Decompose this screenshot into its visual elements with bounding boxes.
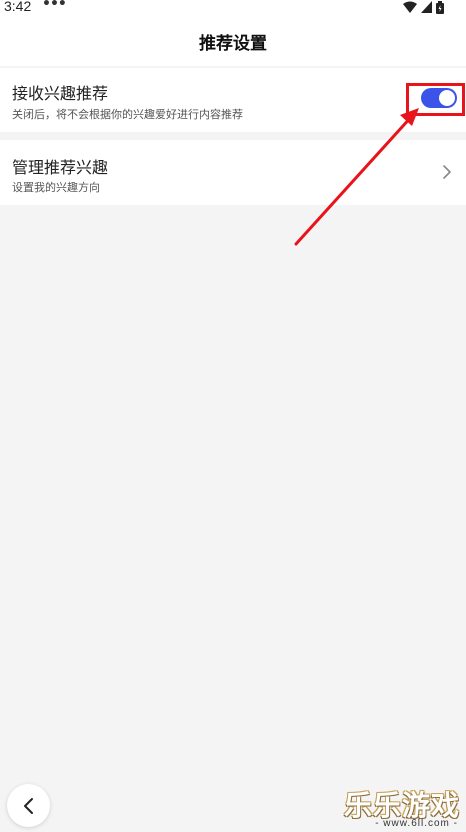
setting-subtitle: 关闭后，将不会根据你的兴趣爱好进行内容推荐 [12, 108, 243, 121]
setting-manage-interests[interactable]: 管理推荐兴趣 设置我的兴趣方向 [0, 140, 466, 205]
setting-title: 接收兴趣推荐 [12, 84, 109, 103]
setting-subtitle: 设置我的兴趣方向 [12, 181, 100, 194]
battery-icon [436, 0, 444, 14]
status-bar: 3:42 ••• [0, 0, 466, 16]
setting-receive-interest-recommendations: 接收兴趣推荐 关闭后，将不会根据你的兴趣爱好进行内容推荐 [0, 68, 466, 132]
signal-icon [421, 1, 432, 13]
status-icons [403, 0, 444, 14]
setting-title: 管理推荐兴趣 [12, 158, 109, 177]
watermark-url: - www.6ll.com - [375, 818, 458, 829]
page-title: 推荐设置 [199, 34, 267, 54]
status-more-dots: ••• [42, 0, 67, 12]
wifi-icon [403, 1, 417, 13]
chevron-right-icon [443, 165, 451, 179]
annotation-highlight-box [406, 83, 465, 116]
status-time: 3:42 [4, 0, 32, 14]
chevron-left-icon [23, 797, 33, 814]
back-button[interactable] [7, 784, 50, 827]
watermark: 乐乐游戏 - www.6ll.com - [330, 784, 462, 829]
nav-bar: 推荐设置 [0, 16, 466, 66]
